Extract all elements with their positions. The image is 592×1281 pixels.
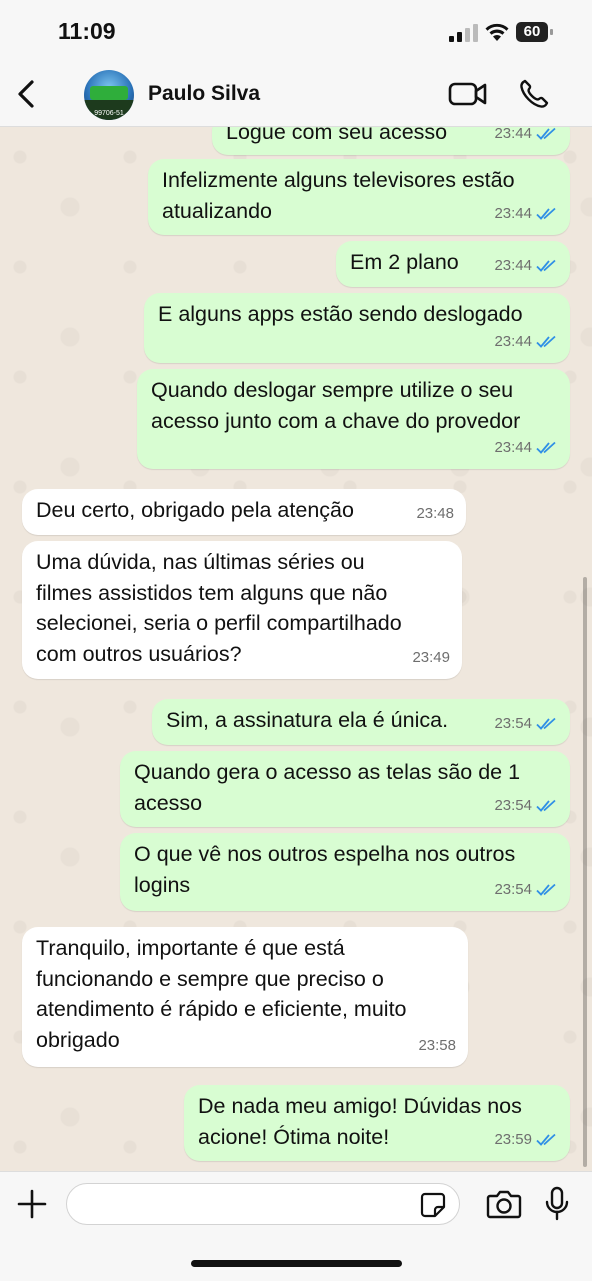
message-bubble[interactable]: O que vê nos outros espelha nos outros l…	[120, 833, 570, 911]
message-text: Deu certo, obrigado pela atenção	[36, 498, 354, 522]
message-text: E alguns apps estão sendo deslogado	[158, 302, 523, 326]
avatar-text: 99706-51	[94, 110, 124, 117]
chat-area[interactable]: Logue com seu acesso 23:44 Infelizmente …	[0, 127, 592, 1171]
message-time: 23:54	[494, 880, 532, 898]
message-time: 23:44	[494, 204, 532, 222]
double-check-icon	[536, 207, 556, 220]
double-check-icon	[536, 127, 556, 140]
back-chevron-icon[interactable]	[14, 79, 40, 109]
double-check-icon	[536, 441, 556, 454]
double-check-icon	[536, 335, 556, 348]
message-bubble[interactable]: Quando gera o acesso as telas são de 1 a…	[120, 751, 570, 827]
microphone-icon[interactable]	[544, 1186, 570, 1222]
plus-icon[interactable]	[16, 1188, 48, 1220]
status-time: 11:09	[58, 18, 116, 44]
message-input-field[interactable]	[66, 1183, 460, 1225]
message-time: 23:48	[416, 504, 454, 522]
message-bubble[interactable]: Deu certo, obrigado pela atenção 23:48	[22, 489, 466, 535]
double-check-icon	[536, 883, 556, 896]
message-time: 23:44	[494, 438, 532, 456]
sticker-icon[interactable]	[420, 1192, 446, 1218]
message-bubble[interactable]: Tranquilo, importante é que está funcion…	[22, 927, 468, 1067]
message-bubble[interactable]: Sim, a assinatura ela é única. 23:54	[152, 699, 570, 745]
message-bubble[interactable]: Logue com seu acesso 23:44	[212, 127, 570, 155]
message-text: Quando deslogar sempre utilize o seu ace…	[151, 378, 521, 433]
message-time: 23:44	[494, 332, 532, 350]
video-call-icon[interactable]	[448, 80, 488, 108]
double-check-icon	[536, 717, 556, 730]
message-time: 23:54	[494, 714, 532, 732]
message-time: 23:54	[494, 796, 532, 814]
message-bubble[interactable]: De nada meu amigo! Dúvidas nos acione! Ó…	[184, 1085, 570, 1161]
battery-icon: 60	[516, 22, 554, 42]
message-time: 23:58	[418, 1036, 456, 1054]
message-text: Tranquilo, importante é que está funcion…	[36, 936, 407, 1052]
cellular-signal-icon	[449, 24, 478, 42]
double-check-icon	[536, 1133, 556, 1146]
message-bubble[interactable]: Quando deslogar sempre utilize o seu ace…	[137, 369, 570, 469]
camera-icon[interactable]	[486, 1189, 522, 1219]
wifi-icon	[485, 23, 509, 41]
chat-header: 99706-51 Paulo Silva	[0, 62, 592, 127]
battery-level: 60	[523, 23, 541, 40]
scroll-indicator[interactable]	[583, 577, 587, 1167]
double-check-icon	[536, 259, 556, 272]
double-check-icon	[536, 799, 556, 812]
message-text: Uma dúvida, nas últimas séries ou filmes…	[36, 550, 402, 666]
message-bubble[interactable]: Uma dúvida, nas últimas séries ou filmes…	[22, 541, 462, 679]
status-bar: 11:09 60	[0, 0, 592, 62]
message-time: 23:44	[494, 127, 532, 142]
contact-name[interactable]: Paulo Silva	[148, 82, 260, 106]
message-text: O que vê nos outros espelha nos outros l…	[134, 842, 516, 897]
message-bubble[interactable]: Em 2 plano 23:44	[336, 241, 570, 287]
home-indicator[interactable]	[191, 1260, 402, 1267]
message-input[interactable]	[79, 1190, 413, 1220]
message-text: Quando gera o acesso as telas são de 1 a…	[134, 760, 521, 815]
avatar[interactable]: 99706-51	[84, 70, 134, 120]
message-bubble[interactable]: Infelizmente alguns televisores estão at…	[148, 159, 570, 235]
phone-icon[interactable]	[518, 78, 550, 110]
message-time: 23:44	[494, 256, 532, 274]
message-bubble[interactable]: E alguns apps estão sendo deslogado 23:4…	[144, 293, 570, 363]
message-time: 23:49	[412, 648, 450, 666]
message-time: 23:59	[494, 1130, 532, 1148]
